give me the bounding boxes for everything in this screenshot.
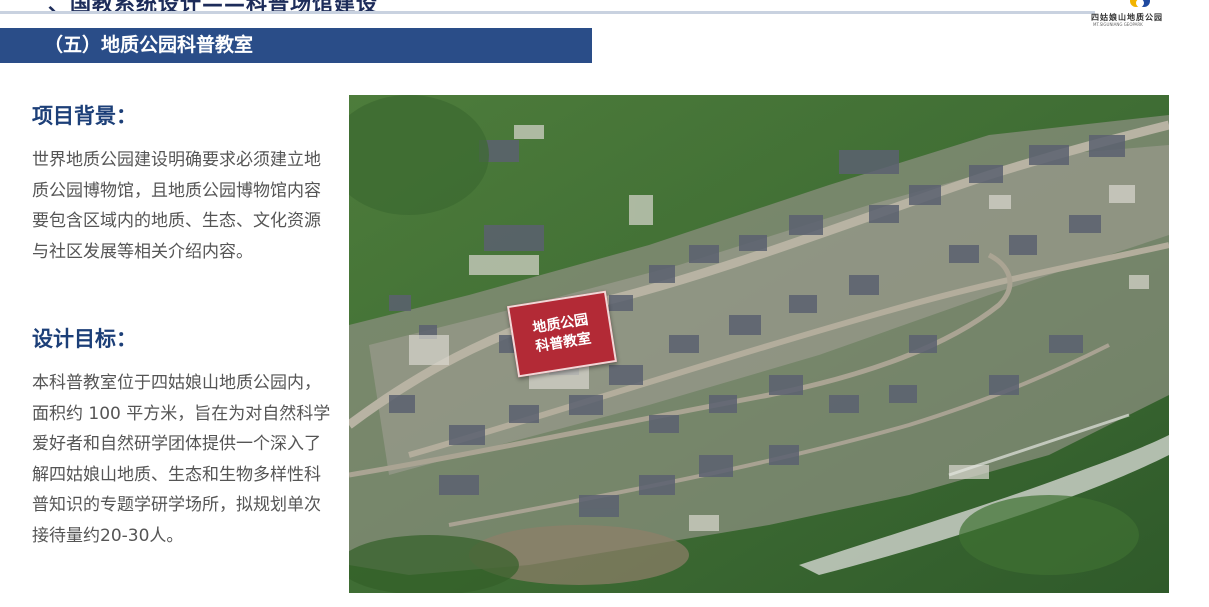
background-text: 世界地质公园建设明确要求必须建立地质公园博物馆，且地质公园博物馆内容要包含区域内… (32, 150, 321, 262)
goal-heading: 设计目标： (32, 327, 137, 351)
top-title: 、国教系统设计——科普场馆建设 (48, 0, 378, 16)
logo: 四姑娘山地质公园 MT.SIGUNIANG GEOPARK (1091, 0, 1183, 30)
background-heading: 项目背景： (32, 104, 137, 128)
logo-subtext: MT.SIGUNIANG GEOPARK (1093, 22, 1143, 27)
header-divider (0, 11, 1095, 14)
section-title-bar: （五）地质公园科普教室 (0, 28, 592, 63)
aerial-photo-drawing (349, 95, 1169, 593)
logo-mark-icon (1130, 0, 1150, 7)
aerial-photo (349, 95, 1169, 593)
goal-text: 本科普教室位于四姑娘山地质公园内，面积约 100 平方米，旨在为对自然科学爱好者… (32, 373, 331, 546)
